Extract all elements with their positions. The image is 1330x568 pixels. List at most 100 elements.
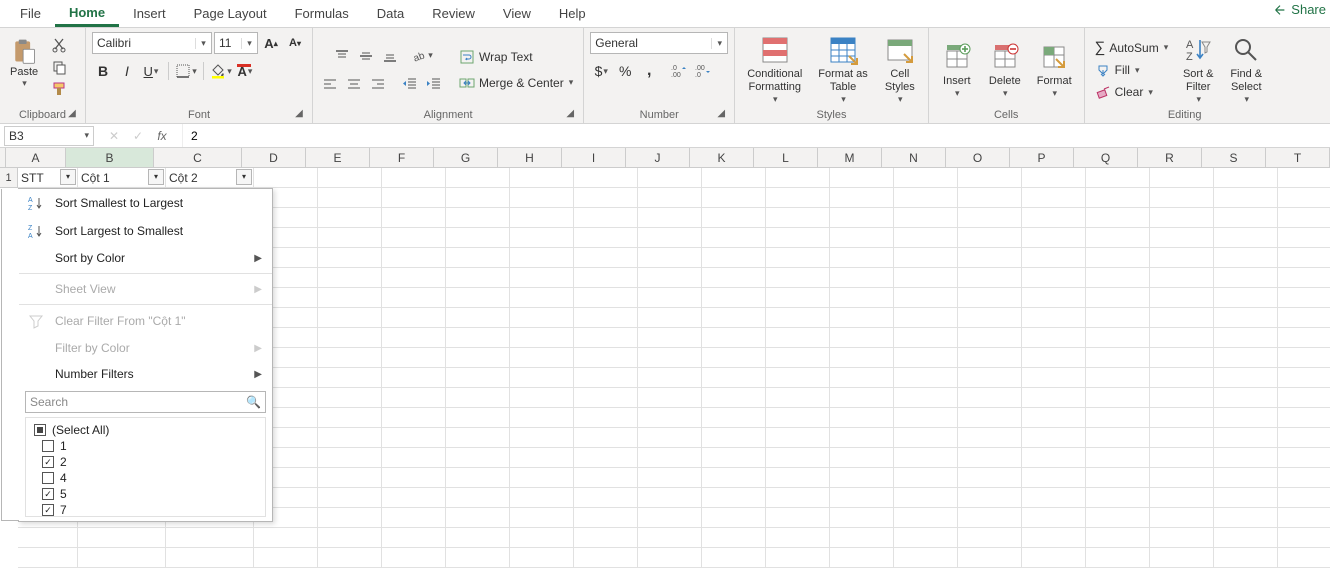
cell-d20[interactable] (254, 548, 318, 568)
cell-t15[interactable] (1278, 448, 1330, 468)
cell-g11[interactable] (446, 368, 510, 388)
cell-i20[interactable] (574, 548, 638, 568)
cell-q20[interactable] (1086, 548, 1150, 568)
cell-f14[interactable] (382, 428, 446, 448)
format-cells-button[interactable]: Format▾ (1031, 39, 1078, 101)
filter-arrow-c1[interactable]: ▾ (236, 169, 252, 185)
fill-button[interactable]: Fill▾ (1091, 60, 1144, 80)
cell-p19[interactable] (1022, 528, 1086, 548)
cell-g20[interactable] (446, 548, 510, 568)
cell-i14[interactable] (574, 428, 638, 448)
cell-c19[interactable] (166, 528, 254, 548)
colhead-c[interactable]: C (154, 148, 242, 168)
colhead-m[interactable]: M (818, 148, 882, 168)
cell-m19[interactable] (830, 528, 894, 548)
colhead-p[interactable]: P (1010, 148, 1074, 168)
cell-g7[interactable] (446, 288, 510, 308)
cell-q5[interactable] (1086, 248, 1150, 268)
sort-filter-button[interactable]: AZSort & Filter▾ (1176, 32, 1220, 107)
cell-n14[interactable] (894, 428, 958, 448)
cell-i5[interactable] (574, 248, 638, 268)
colhead-h[interactable]: H (498, 148, 562, 168)
cell-o7[interactable] (958, 288, 1022, 308)
cell-m14[interactable] (830, 428, 894, 448)
insert-cells-button[interactable]: Insert▾ (935, 39, 979, 101)
cell-o10[interactable] (958, 348, 1022, 368)
cell-s17[interactable] (1214, 488, 1278, 508)
cell-t3[interactable] (1278, 208, 1330, 228)
cell-f4[interactable] (382, 228, 446, 248)
cell-n3[interactable] (894, 208, 958, 228)
cell-j9[interactable] (638, 328, 702, 348)
filter-search-input[interactable]: Search 🔍 (25, 391, 266, 413)
cell-f19[interactable] (382, 528, 446, 548)
underline-button[interactable]: U▾ (140, 60, 162, 82)
cell-h13[interactable] (510, 408, 574, 428)
select-all-checkbox[interactable]: (Select All) (26, 422, 265, 438)
cell-h8[interactable] (510, 308, 574, 328)
cell-g18[interactable] (446, 508, 510, 528)
cell-j11[interactable] (638, 368, 702, 388)
clipboard-launcher[interactable]: ◢ (65, 108, 79, 122)
cell-p3[interactable] (1022, 208, 1086, 228)
cell-n10[interactable] (894, 348, 958, 368)
cell-m12[interactable] (830, 388, 894, 408)
cell-f12[interactable] (382, 388, 446, 408)
cell-n13[interactable] (894, 408, 958, 428)
cell-h10[interactable] (510, 348, 574, 368)
cell-k10[interactable] (702, 348, 766, 368)
cell-n16[interactable] (894, 468, 958, 488)
cell-n1[interactable] (894, 168, 958, 188)
cell-o4[interactable] (958, 228, 1022, 248)
cell-f6[interactable] (382, 268, 446, 288)
cell-h2[interactable] (510, 188, 574, 208)
colhead-q[interactable]: Q (1074, 148, 1138, 168)
cell-j10[interactable] (638, 348, 702, 368)
cell-f2[interactable] (382, 188, 446, 208)
cell-r19[interactable] (1150, 528, 1214, 548)
cell-o11[interactable] (958, 368, 1022, 388)
cell-f1[interactable] (382, 168, 446, 188)
cell-o19[interactable] (958, 528, 1022, 548)
colhead-n[interactable]: N (882, 148, 946, 168)
cell-o16[interactable] (958, 468, 1022, 488)
cell-n7[interactable] (894, 288, 958, 308)
cell-r5[interactable] (1150, 248, 1214, 268)
cell-r2[interactable] (1150, 188, 1214, 208)
cell-h12[interactable] (510, 388, 574, 408)
cell-t9[interactable] (1278, 328, 1330, 348)
number-format-combo[interactable]: General▾ (590, 32, 728, 54)
percent-format-button[interactable]: % (614, 60, 636, 82)
find-select-button[interactable]: Find & Select▾ (1224, 32, 1268, 107)
cell-p12[interactable] (1022, 388, 1086, 408)
cell-r4[interactable] (1150, 228, 1214, 248)
cell-s12[interactable] (1214, 388, 1278, 408)
cell-g13[interactable] (446, 408, 510, 428)
cell-p18[interactable] (1022, 508, 1086, 528)
cell-j2[interactable] (638, 188, 702, 208)
cell-a19[interactable] (18, 528, 78, 548)
cell-q9[interactable] (1086, 328, 1150, 348)
cell-i16[interactable] (574, 468, 638, 488)
cell-i19[interactable] (574, 528, 638, 548)
cell-n9[interactable] (894, 328, 958, 348)
cell-e5[interactable] (318, 248, 382, 268)
cell-r20[interactable] (1150, 548, 1214, 568)
cell-s6[interactable] (1214, 268, 1278, 288)
orientation-button[interactable]: ab▾ (411, 45, 433, 67)
cell-n12[interactable] (894, 388, 958, 408)
cell-e19[interactable] (318, 528, 382, 548)
cell-l4[interactable] (766, 228, 830, 248)
cell-g14[interactable] (446, 428, 510, 448)
cell-i4[interactable] (574, 228, 638, 248)
cell-e3[interactable] (318, 208, 382, 228)
format-as-table-button[interactable]: Format as Table▾ (812, 32, 874, 107)
cell-k12[interactable] (702, 388, 766, 408)
cell-e17[interactable] (318, 488, 382, 508)
cell-p10[interactable] (1022, 348, 1086, 368)
cell-t6[interactable] (1278, 268, 1330, 288)
cell-q2[interactable] (1086, 188, 1150, 208)
increase-decimal-button[interactable]: .0.00 (668, 60, 690, 82)
cell-m16[interactable] (830, 468, 894, 488)
cell-h20[interactable] (510, 548, 574, 568)
